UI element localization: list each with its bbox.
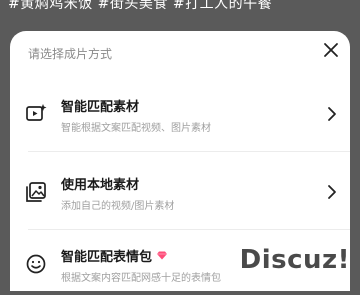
watermark: Discuz!	[240, 245, 350, 275]
option-label: 使用本地素材	[61, 178, 140, 193]
chevron-right-icon	[328, 107, 336, 121]
smart-play-icon	[26, 104, 47, 121]
option-label: 智能匹配素材	[61, 100, 140, 115]
option-local-media[interactable]: 使用本地素材 添加自己的视频/图片素材	[10, 161, 350, 223]
option-smart-match[interactable]: 智能匹配素材 智能根据文案匹配视频、图片素材	[10, 83, 350, 145]
close-icon	[324, 43, 338, 57]
option-description: 智能根据文案匹配视频、图片素材	[61, 123, 211, 134]
local-media-icon	[26, 182, 46, 202]
option-description: 添加自己的视频/图片素材	[61, 201, 175, 212]
gem-icon	[157, 251, 168, 260]
smiley-icon	[26, 254, 46, 274]
option-label: 智能匹配表情包	[61, 246, 168, 265]
close-button[interactable]	[320, 39, 342, 61]
divider	[28, 151, 350, 152]
background-hashtags: #黄焖鸡米饭 #街头美食 #打工人的午餐	[8, 0, 273, 12]
divider	[28, 229, 350, 230]
chevron-right-icon	[328, 185, 336, 199]
sheet-title: 请选择成片方式	[28, 47, 113, 61]
watermark-text: Discuz!	[239, 245, 350, 275]
